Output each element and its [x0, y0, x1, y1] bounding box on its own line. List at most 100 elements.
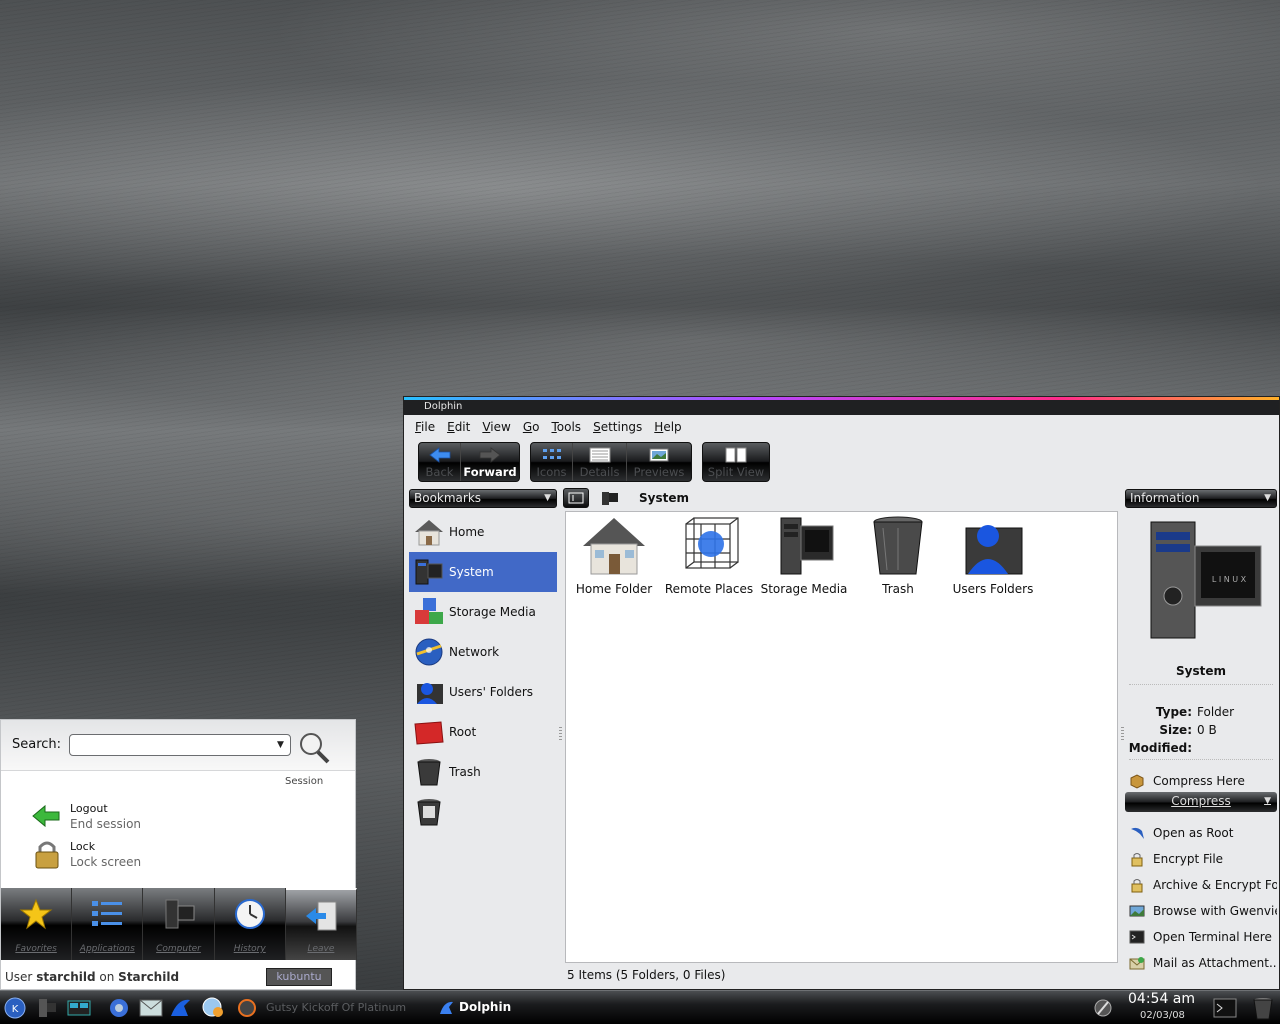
details-view-button[interactable]: Details — [573, 443, 627, 481]
trash-icon[interactable] — [1250, 996, 1276, 1020]
computer-icon — [602, 492, 618, 505]
tab-leave[interactable]: Leave — [285, 888, 358, 960]
clock-time[interactable]: 04:54 am — [1128, 991, 1195, 1007]
archive-encrypt-action[interactable]: Archive & Encrypt Fo — [1129, 872, 1277, 898]
back-button[interactable]: Back — [419, 443, 461, 481]
kmenu-icon[interactable]: K — [2, 996, 28, 1020]
kickoff-menu: Search: ▼ Session Logout End session Loc… — [0, 719, 358, 990]
dolphin-icon — [1131, 827, 1144, 839]
root-crumb-button[interactable] — [597, 488, 623, 508]
clock-date: 02/03/08 — [1140, 1010, 1185, 1021]
bookmark-network[interactable]: Network — [409, 632, 557, 672]
info-meta: Type: Folder Size: 0 B Modified: — [1125, 705, 1277, 759]
file-home-folder[interactable]: Home Folder — [566, 514, 662, 596]
bookmarks-splitter[interactable] — [559, 727, 562, 741]
menu-view[interactable]: View — [476, 418, 516, 436]
messenger-launcher-icon[interactable] — [200, 996, 226, 1020]
tab-history[interactable]: History — [215, 888, 286, 960]
search-band: Search: ▼ — [1, 720, 355, 771]
encrypt-file-action[interactable]: Encrypt File — [1129, 846, 1277, 872]
previews-view-icon — [649, 448, 669, 462]
bookmark-root[interactable]: Root — [409, 712, 557, 752]
bookmark-home[interactable]: Home — [409, 512, 557, 552]
leave-icon — [305, 901, 337, 931]
information-header[interactable]: Information ▼ — [1125, 489, 1277, 508]
previews-view-button[interactable]: Previews — [627, 443, 691, 481]
bookmark-trash-full[interactable] — [409, 792, 557, 832]
action-label: Compress Here — [1153, 774, 1245, 788]
storage-icon — [415, 598, 443, 624]
action-label: Encrypt File — [1153, 852, 1224, 866]
trash-full-icon — [417, 799, 441, 826]
menu-edit[interactable]: Edit — [441, 418, 476, 436]
search-input[interactable] — [69, 734, 291, 756]
bookmark-users-folders[interactable]: Users' Folders — [409, 672, 557, 712]
bookmark-storage-media[interactable]: Storage Media — [409, 592, 557, 632]
dolphin-launcher-icon[interactable] — [168, 996, 194, 1020]
tab-computer[interactable]: Computer — [143, 888, 215, 960]
terminal-icon[interactable] — [1212, 996, 1238, 1020]
menu-help[interactable]: Help — [648, 418, 687, 436]
system-launcher-icon[interactable] — [34, 996, 60, 1020]
location-toggle-button[interactable] — [563, 488, 589, 508]
file-view[interactable]: Home Folder Remote Places Storage Media — [565, 511, 1118, 963]
location-edit-icon — [568, 492, 584, 504]
bookmark-label: Home — [449, 525, 485, 539]
mail-attachment-action[interactable]: Mail as Attachment... — [1129, 950, 1277, 976]
file-storage-media[interactable]: Storage Media — [756, 514, 852, 596]
compress-dropdown[interactable]: Compress ▼ — [1125, 792, 1277, 812]
chevron-down-icon[interactable]: ▼ — [272, 736, 289, 754]
file-trash[interactable]: Trash — [850, 514, 946, 596]
menu-go[interactable]: Go — [517, 418, 546, 436]
mixer-icon[interactable] — [1090, 996, 1116, 1020]
type-key: Type: — [1155, 705, 1192, 719]
pager-icon[interactable] — [66, 996, 92, 1020]
task-dolphin[interactable]: Dolphin — [459, 1000, 511, 1014]
image-viewer-icon — [1129, 905, 1145, 917]
breadcrumb[interactable]: System — [639, 491, 689, 505]
navigation-group: Back Forward — [418, 442, 520, 482]
title-bar[interactable]: Dolphin — [404, 400, 1279, 415]
lock-entry[interactable]: Lock Lock screen — [31, 836, 141, 872]
bookmark-label: Root — [449, 725, 477, 739]
firefox-icon[interactable] — [234, 996, 260, 1020]
bookmarks-header[interactable]: Bookmarks ▼ — [409, 489, 557, 508]
browse-gwenview-action[interactable]: Browse with Gwenvie — [1129, 898, 1277, 924]
open-terminal-action[interactable]: Open Terminal Here — [1129, 924, 1277, 950]
home-icon — [415, 520, 443, 546]
menu-settings[interactable]: Settings — [587, 418, 648, 436]
bookmark-label: Users' Folders — [449, 685, 534, 699]
icons-view-button[interactable]: Icons — [531, 443, 573, 481]
menu-file[interactable]: File — [409, 418, 441, 436]
settings-launcher-icon[interactable] — [106, 996, 132, 1020]
open-as-root-action[interactable]: Open as Root — [1129, 820, 1277, 846]
file-users-folders[interactable]: Users Folders — [945, 514, 1041, 596]
action-label: Archive & Encrypt Fo — [1153, 878, 1277, 892]
file-label: Remote Places — [664, 582, 754, 596]
package-icon — [1130, 774, 1144, 789]
split-view-button[interactable]: Split View — [703, 443, 769, 481]
status-bar: 5 Items (5 Folders, 0 Files) — [567, 968, 726, 982]
logout-entry[interactable]: Logout End session — [31, 798, 141, 834]
info-splitter[interactable] — [1121, 727, 1124, 741]
forward-arrow-icon — [479, 447, 501, 463]
mail-launcher-icon[interactable] — [138, 996, 164, 1020]
compress-here-action[interactable]: Compress Here — [1129, 768, 1277, 794]
footer-prefix: User — [5, 970, 33, 984]
split-view-label: Split View — [707, 465, 765, 479]
menu-tools[interactable]: Tools — [545, 418, 587, 436]
bookmark-label: Network — [449, 645, 500, 659]
tab-favorites[interactable]: Favorites — [1, 888, 73, 960]
file-remote-places[interactable]: Remote Places — [661, 514, 757, 596]
dolphin-task-icon — [440, 1001, 453, 1014]
bookmark-trash[interactable]: Trash — [409, 752, 557, 792]
home-folder-icon — [583, 518, 645, 575]
task-kickoff[interactable]: Gutsy Kickoff Of Platinum — [266, 1001, 406, 1014]
size-value: 0 B — [1197, 723, 1217, 737]
tab-applications[interactable]: Applications — [72, 888, 144, 960]
forward-button[interactable]: Forward — [461, 443, 519, 481]
terminal-icon — [1129, 930, 1145, 944]
bookmark-system[interactable]: System — [409, 552, 557, 592]
trash-icon — [417, 759, 441, 786]
split-view-icon — [725, 447, 747, 463]
